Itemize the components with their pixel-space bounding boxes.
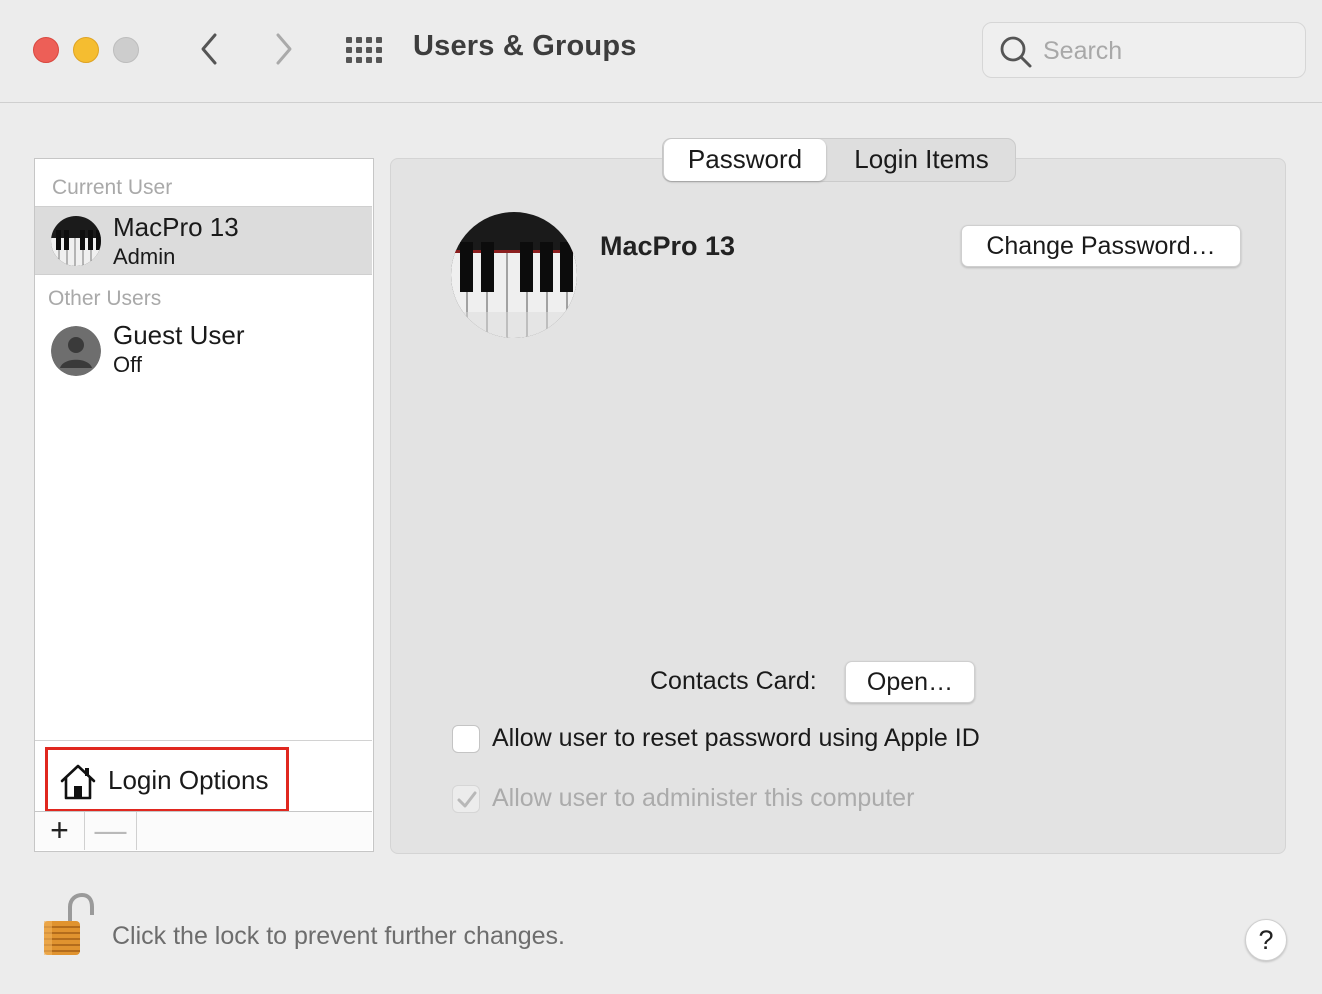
tab-password[interactable]: Password: [664, 139, 826, 181]
forward-button[interactable]: [268, 30, 298, 68]
current-user-name: MacPro 13: [113, 212, 239, 242]
login-options-button[interactable]: Login Options: [45, 747, 289, 812]
current-user-role: Admin: [113, 244, 176, 269]
current-user-header: Current User: [52, 176, 173, 199]
chevron-right-icon: [276, 33, 292, 65]
house-icon: [60, 764, 96, 800]
user-picture[interactable]: [451, 212, 577, 338]
chevron-left-icon: [201, 33, 217, 65]
search-input[interactable]: [1043, 36, 1293, 66]
other-users-header: Other Users: [48, 287, 162, 310]
guest-avatar-icon: [51, 326, 101, 376]
change-password-button[interactable]: Change Password…: [961, 225, 1241, 267]
sidebar-divider: [35, 740, 372, 741]
administer-label: Allow user to administer this computer: [492, 784, 915, 812]
user-row-current[interactable]: MacPro 13 Admin: [35, 206, 372, 275]
piano-avatar-icon: [51, 216, 101, 266]
unlocked-padlock-icon: [44, 892, 94, 955]
sidebar-toolbar: + —: [35, 811, 372, 850]
checkmark-icon: [457, 791, 477, 808]
reset-password-checkbox[interactable]: [452, 725, 480, 753]
reset-password-label: Allow user to reset password using Apple…: [492, 724, 980, 752]
lock-status-text: Click the lock to prevent further change…: [112, 922, 566, 950]
tab-bar: Password Login Items: [662, 138, 1016, 182]
zoom-window-button[interactable]: [113, 37, 139, 63]
piano-avatar-icon: [451, 212, 577, 338]
contacts-card-label: Contacts Card:: [650, 667, 817, 695]
help-button[interactable]: ?: [1245, 919, 1287, 961]
grid-icon: [346, 37, 382, 63]
user-full-name: MacPro 13: [600, 231, 736, 261]
open-contacts-button[interactable]: Open…: [845, 661, 975, 703]
login-options-label: Login Options: [108, 765, 269, 795]
back-button[interactable]: [195, 30, 225, 68]
add-user-button[interactable]: +: [35, 812, 85, 850]
window-title: Users & Groups: [413, 30, 637, 62]
remove-user-button[interactable]: —: [85, 812, 137, 850]
minimize-window-button[interactable]: [73, 37, 99, 63]
lock-button[interactable]: [40, 892, 96, 959]
users-list: Current User MacPro 13 Admin Other Users: [34, 158, 374, 852]
search-box[interactable]: [982, 22, 1306, 78]
guest-user-name: Guest User: [113, 320, 245, 350]
tab-login-items[interactable]: Login Items: [828, 139, 1015, 181]
administer-checkbox[interactable]: [452, 785, 480, 813]
search-icon: [1000, 36, 1032, 68]
title-bar: Users & Groups: [0, 0, 1322, 103]
show-all-button[interactable]: [345, 36, 383, 64]
close-window-button[interactable]: [33, 37, 59, 63]
user-row-guest[interactable]: Guest User Off: [35, 315, 372, 385]
guest-user-status: Off: [113, 352, 142, 377]
